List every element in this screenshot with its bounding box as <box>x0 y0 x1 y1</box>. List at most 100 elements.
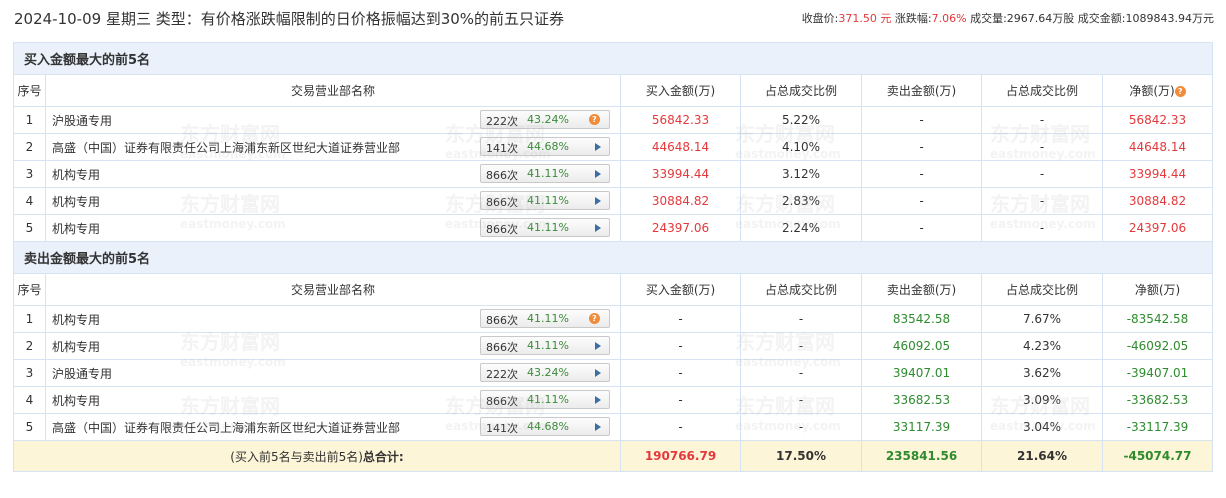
dept-name[interactable]: 沪股通专用 <box>52 365 112 382</box>
col-sell: 卖出金额(万) <box>861 74 982 107</box>
row-sell-ratio: - <box>981 214 1103 242</box>
row-seq: 5 <box>13 214 46 242</box>
dept-name[interactable]: 机构专用 <box>52 193 100 210</box>
col-sell-label: 卖出金额(万) <box>886 283 957 297</box>
dept-name[interactable]: 机构专用 <box>52 338 100 355</box>
row-net: 44648.14 <box>1102 133 1213 161</box>
dept-count: 866次 <box>486 223 518 236</box>
dept-count: 222次 <box>486 368 518 381</box>
dept-stats-button[interactable]: 866次 41.11% <box>480 336 610 355</box>
row-buy: - <box>620 305 741 333</box>
page-title: 2024-10-09 星期三 类型：有价格涨跌幅限制的日价格振幅达到30%的前五… <box>14 10 565 28</box>
col-buy-ratio: 占总成交比例 <box>740 273 862 306</box>
help-icon[interactable]: ? <box>589 313 600 324</box>
dept-stats-button[interactable]: 866次 41.11% <box>480 164 610 183</box>
dept-name[interactable]: 高盛（中国）证券有限责任公司上海浦东新区世纪大道证券营业部 <box>52 419 400 436</box>
row-sell-ratio: - <box>981 160 1103 188</box>
total-label-prefix: (买入前5名与卖出前5名) <box>230 449 363 464</box>
row-buy: 33994.44 <box>620 160 741 188</box>
row-buy: - <box>620 413 741 441</box>
dept-name[interactable]: 机构专用 <box>52 392 100 409</box>
dept-stats-button[interactable]: 141次 44.68% <box>480 417 610 436</box>
col-seq-label: 序号 <box>17 283 42 297</box>
total-sell-ratio: 21.64% <box>981 440 1103 472</box>
dept-count: 141次 <box>486 422 518 435</box>
row-sell: - <box>861 133 982 161</box>
table-row: 1 机构专用 866次 41.11%? - -83542.58 7.67% -83542.58 <box>13 305 1213 333</box>
help-icon[interactable]: ? <box>589 114 600 125</box>
row-dept: 高盛（中国）证券有限责任公司上海浦东新区世纪大道证券营业部 141次 44.68% <box>45 413 621 441</box>
amount-label: 成交金额: <box>1077 12 1126 25</box>
row-sell: 39407.01 <box>861 359 982 387</box>
row-buy-ratio: - <box>740 332 862 360</box>
col-net: 净额(万)? <box>1102 74 1213 107</box>
row-buy-ratio: 3.12% <box>740 160 862 188</box>
col-buy-ratio-label: 占总成交比例 <box>764 283 837 297</box>
sell_section-title-row: 卖出金额最大的前5名 <box>13 241 1213 274</box>
dept-stats-button[interactable]: 866次 41.11% <box>480 218 610 237</box>
dept-count: 141次 <box>486 142 518 155</box>
row-net: 33994.44 <box>1102 160 1213 188</box>
row-buy: 44648.14 <box>620 133 741 161</box>
row-seq: 4 <box>13 187 46 215</box>
col-buy-label: 买入金额(万) <box>645 283 716 297</box>
row-sell-ratio: 3.62% <box>981 359 1103 387</box>
dept-count: 866次 <box>486 314 518 327</box>
row-seq: 5 <box>13 413 46 441</box>
row-buy: - <box>620 332 741 360</box>
row-dept: 机构专用 866次 41.11% <box>45 187 621 215</box>
dept-win-rate: 43.24% <box>527 366 569 379</box>
row-net: -33117.39 <box>1102 413 1213 441</box>
dept-stats-button[interactable]: 222次 43.24% <box>480 363 610 382</box>
row-dept: 高盛（中国）证券有限责任公司上海浦东新区世纪大道证券营业部 141次 44.68% <box>45 133 621 161</box>
dept-win-rate: 41.11% <box>527 221 569 234</box>
help-icon[interactable]: ? <box>1174 86 1186 97</box>
col-seq: 序号 <box>13 74 46 107</box>
arrow-right-icon <box>595 396 601 404</box>
dept-win-rate: 41.11% <box>527 194 569 207</box>
dept-stats-button[interactable]: 866次 41.11% <box>480 390 610 409</box>
table-row: 2 高盛（中国）证券有限责任公司上海浦东新区世纪大道证券营业部 141次 44.68%… <box>13 133 1213 161</box>
total-sell: 235841.56 <box>861 440 982 472</box>
dept-win-rate: 44.68% <box>527 140 569 153</box>
table-row: 4 机构专用 866次 41.11% 30884.82 2.83% - -30884.82 <box>13 187 1213 215</box>
dept-name[interactable]: 沪股通专用 <box>52 112 112 129</box>
change-label: 涨跌幅: <box>894 12 932 25</box>
col-dept-label: 交易营业部名称 <box>290 283 375 297</box>
dept-name[interactable]: 机构专用 <box>52 311 100 328</box>
buy_section-title-row: 买入金额最大的前5名 <box>13 42 1213 75</box>
dept-win-rate: 41.11% <box>527 167 569 180</box>
col-sell-ratio: 占总成交比例 <box>981 273 1103 306</box>
dept-stats-button[interactable]: 866次 41.11% <box>480 191 610 210</box>
row-buy: - <box>620 386 741 414</box>
row-buy-ratio: - <box>740 305 862 333</box>
row-sell-ratio: 4.23% <box>981 332 1103 360</box>
row-seq: 1 <box>13 305 46 333</box>
table-row: 2 机构专用 866次 41.11% - -46092.05 4.23% -46092.05 <box>13 332 1213 360</box>
dept-name[interactable]: 机构专用 <box>52 166 100 183</box>
row-net: -39407.01 <box>1102 359 1213 387</box>
row-buy-ratio: 2.24% <box>740 214 862 242</box>
col-sell-ratio: 占总成交比例 <box>981 74 1103 107</box>
dept-name[interactable]: 高盛（中国）证券有限责任公司上海浦东新区世纪大道证券营业部 <box>52 139 400 156</box>
dept-count: 866次 <box>486 341 518 354</box>
dept-stats-button[interactable]: 866次 41.11%? <box>480 309 610 328</box>
dept-count: 866次 <box>486 196 518 209</box>
dept-stats-button[interactable]: 141次 44.68% <box>480 137 610 156</box>
close-price-value: 371.50 元 <box>838 12 892 25</box>
dept-stats-button[interactable]: 222次 43.24%? <box>480 110 610 129</box>
dept-name[interactable]: 机构专用 <box>52 220 100 237</box>
row-buy-ratio: 2.83% <box>740 187 862 215</box>
col-sell-ratio-label: 占总成交比例 <box>1005 283 1078 297</box>
total-buy: 190766.79 <box>620 440 741 472</box>
dept-win-rate: 41.11% <box>527 339 569 352</box>
row-sell: 33117.39 <box>861 413 982 441</box>
sell_section-title: 卖出金额最大的前5名 <box>13 241 1213 274</box>
table-row: 4 机构专用 866次 41.11% - -33682.53 3.09% -33682.53 <box>13 386 1213 414</box>
col-sell-label: 卖出金额(万) <box>886 84 957 98</box>
row-dept: 沪股通专用 222次 43.24% <box>45 359 621 387</box>
arrow-right-icon <box>595 197 601 205</box>
row-net: 24397.06 <box>1102 214 1213 242</box>
total-label: (买入前5名与卖出前5名)总合计: <box>13 440 621 472</box>
row-buy: 56842.33 <box>620 106 741 134</box>
